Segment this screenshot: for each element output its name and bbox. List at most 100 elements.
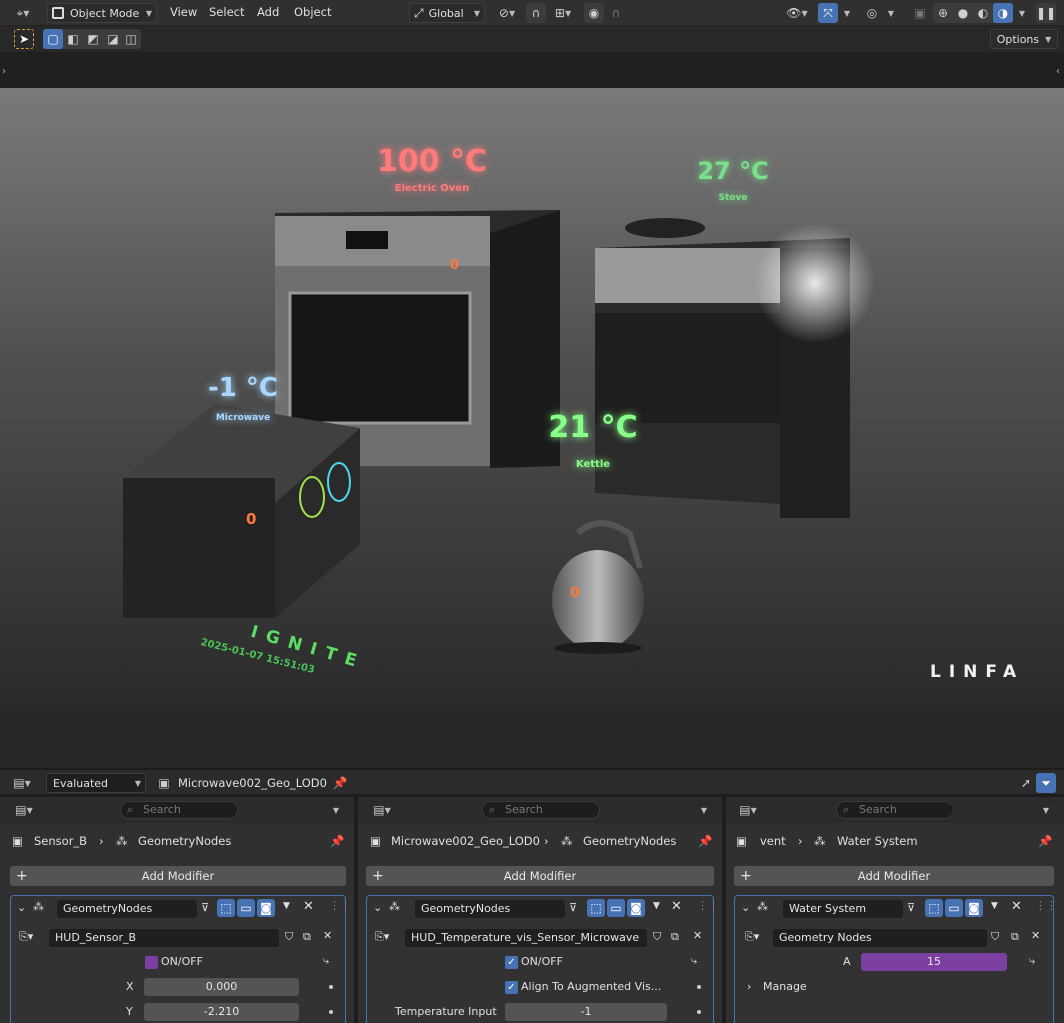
modifier-name-input[interactable]: GeometryNodes (415, 900, 565, 918)
cage-toggle[interactable]: ⬚ (925, 899, 943, 917)
gizmo-dropdown[interactable]: ▼ (838, 3, 856, 23)
wireframe-shading-button[interactable]: ⊕ (933, 3, 953, 23)
keyframe-dot[interactable] (697, 1010, 701, 1014)
keyframe-dot[interactable] (697, 985, 701, 989)
edit-mode-toggle[interactable]: ⊽ (907, 901, 915, 914)
menu-select[interactable]: Select (209, 5, 244, 19)
overlays-dropdown[interactable]: ▼ (882, 3, 900, 23)
x-field[interactable]: 0.000 (144, 978, 299, 996)
search-input[interactable]: ⌕ Search (120, 801, 238, 819)
select-filter-button[interactable]: ➚ (1016, 773, 1036, 793)
editor-type-button[interactable]: ▤ ▼ (368, 800, 396, 820)
toolbar-expand-arrow[interactable]: › (2, 66, 6, 77)
keyframe-dot[interactable] (329, 985, 333, 989)
snap-target-dropdown[interactable]: ⊞ ▼ (548, 3, 578, 23)
modifier-name-input[interactable]: GeometryNodes (57, 900, 197, 918)
options-dropdown[interactable]: Options ▼ (990, 29, 1058, 49)
options-dropdown[interactable]: ▼ (1036, 800, 1056, 820)
visibility-dropdown[interactable]: 👁 ▼ (782, 3, 812, 23)
menu-add[interactable]: Add (257, 5, 279, 19)
pin-icon[interactable]: 📌 (1038, 834, 1052, 848)
editor-type-button[interactable]: ▤ ▼ (734, 800, 762, 820)
search-input[interactable]: ⌕ Search (482, 801, 600, 819)
filter-toggle[interactable]: ⏷ (1036, 773, 1056, 793)
drag-handle[interactable]: ⋮⋮ (1035, 899, 1057, 912)
snap-toggle[interactable]: ∩ (526, 3, 546, 23)
collapse-chevron[interactable]: ⌄ (741, 901, 750, 914)
duplicate-icon[interactable]: ⧉ (671, 930, 679, 944)
nodetree-icon[interactable]: ⎘▾ (19, 930, 33, 944)
cage-toggle[interactable]: ⬚ (587, 899, 605, 917)
3d-viewport[interactable]: › ‹ 100 °C Electric Oven 27 °C Stove -1 … (0, 52, 1064, 768)
cage-toggle[interactable]: ⬚ (217, 899, 235, 917)
editor-type-button[interactable]: ▤ ▼ (10, 800, 38, 820)
menu-object[interactable]: Object (294, 5, 331, 19)
add-modifier-button[interactable]: + Add Modifier (366, 866, 714, 886)
close-icon[interactable]: ✕ (671, 899, 682, 914)
editor-type-button[interactable]: ⌖ ▼ (6, 3, 40, 23)
manage-subpanel[interactable]: Manage (763, 980, 807, 993)
node-group-input[interactable]: Geometry Nodes (773, 929, 987, 947)
transform-orientation-dropdown[interactable]: ⤢ Global ▼ (409, 3, 485, 23)
temperature-input-field[interactable]: -1 (505, 1003, 667, 1021)
options-dropdown[interactable]: ▼ (694, 800, 714, 820)
nodetree-icon[interactable]: ⎘▾ (375, 930, 389, 944)
options-dropdown[interactable]: ▼ (326, 800, 346, 820)
pin-button[interactable]: 📌 (330, 773, 350, 793)
pivot-point-button[interactable]: ⊘ ▼ (493, 3, 521, 23)
collapse-chevron[interactable]: ⌄ (373, 901, 382, 914)
proportional-edit-toggle[interactable]: ◉ (584, 3, 604, 23)
falloff-button[interactable]: ∩ (606, 3, 626, 23)
pin-icon[interactable]: 📌 (330, 834, 344, 848)
viewport-toggle[interactable]: ▭ (237, 899, 255, 917)
gizmo-toggle[interactable]: ⤧ (818, 3, 838, 23)
select-invert-button[interactable]: ◪ (103, 29, 123, 49)
render-toggle[interactable]: ◙ (257, 899, 275, 917)
fake-user-icon[interactable]: ⛉ (285, 930, 293, 944)
attribute-toggle-icon[interactable]: ⤷ (1029, 954, 1035, 968)
manage-chevron[interactable]: › (747, 980, 751, 993)
shading-dropdown[interactable]: ▼ (1014, 3, 1030, 23)
drag-handle[interactable]: ⋮⋮ (329, 899, 351, 912)
material-shading-button[interactable]: ◐ (973, 3, 993, 23)
search-input[interactable]: ⌕ Search (836, 801, 954, 819)
add-modifier-button[interactable]: + Add Modifier (10, 866, 346, 886)
node-group-input[interactable]: HUD_Sensor_B (49, 929, 279, 947)
onoff-checkbox[interactable]: ✓ (505, 956, 518, 969)
select-new-button[interactable]: ▢ (43, 29, 63, 49)
viewport-toggle[interactable]: ▭ (945, 899, 963, 917)
attribute-toggle-icon[interactable]: ⤷ (323, 954, 329, 968)
edit-mode-toggle[interactable]: ⊽ (201, 901, 209, 914)
select-intersect-button[interactable]: ◫ (121, 29, 141, 49)
y-field[interactable]: -2.210 (144, 1003, 299, 1021)
node-group-input[interactable]: HUD_Temperature_vis_Sensor_Microwave (405, 929, 647, 947)
render-toggle[interactable]: ◙ (965, 899, 983, 917)
chevron-down-icon[interactable]: ▼ (283, 901, 290, 911)
duplicate-icon[interactable]: ⧉ (1011, 930, 1019, 944)
select-tool-button[interactable]: ➤ (14, 29, 34, 49)
editor-type-button[interactable]: ▤ ▼ (6, 773, 38, 793)
fake-user-icon[interactable]: ⛉ (653, 930, 661, 944)
evaluated-dropdown[interactable]: Evaluated ▼ (46, 773, 146, 793)
sidebar-expand-arrow[interactable]: ‹ (1056, 66, 1060, 77)
unlink-icon[interactable]: ✕ (1031, 929, 1040, 942)
rendered-shading-button[interactable]: ◑ (993, 3, 1013, 23)
modifier-name-input[interactable]: Water System (783, 900, 903, 918)
select-subtract-button[interactable]: ◩ (83, 29, 103, 49)
menu-view[interactable]: View (170, 5, 197, 19)
close-icon[interactable]: ✕ (1011, 899, 1022, 914)
object-mode-dropdown[interactable]: Object Mode ▼ (47, 3, 157, 23)
viewport-toggle[interactable]: ▭ (607, 899, 625, 917)
edit-mode-toggle[interactable]: ⊽ (569, 901, 577, 914)
align-checkbox[interactable]: ✓ (505, 981, 518, 994)
chevron-down-icon[interactable]: ▼ (991, 901, 998, 911)
xray-toggle[interactable]: ▣ (910, 3, 930, 23)
nodetree-icon[interactable]: ⎘▾ (745, 930, 759, 944)
close-icon[interactable]: ✕ (303, 899, 314, 914)
duplicate-icon[interactable]: ⧉ (303, 930, 311, 944)
a-field[interactable]: 15 (861, 953, 1007, 971)
chevron-down-icon[interactable]: ▼ (653, 901, 660, 911)
pause-render-button[interactable]: ❚❚ (1036, 3, 1056, 23)
attribute-toggle-icon[interactable]: ⤷ (691, 954, 697, 968)
collapse-chevron[interactable]: ⌄ (17, 901, 26, 914)
